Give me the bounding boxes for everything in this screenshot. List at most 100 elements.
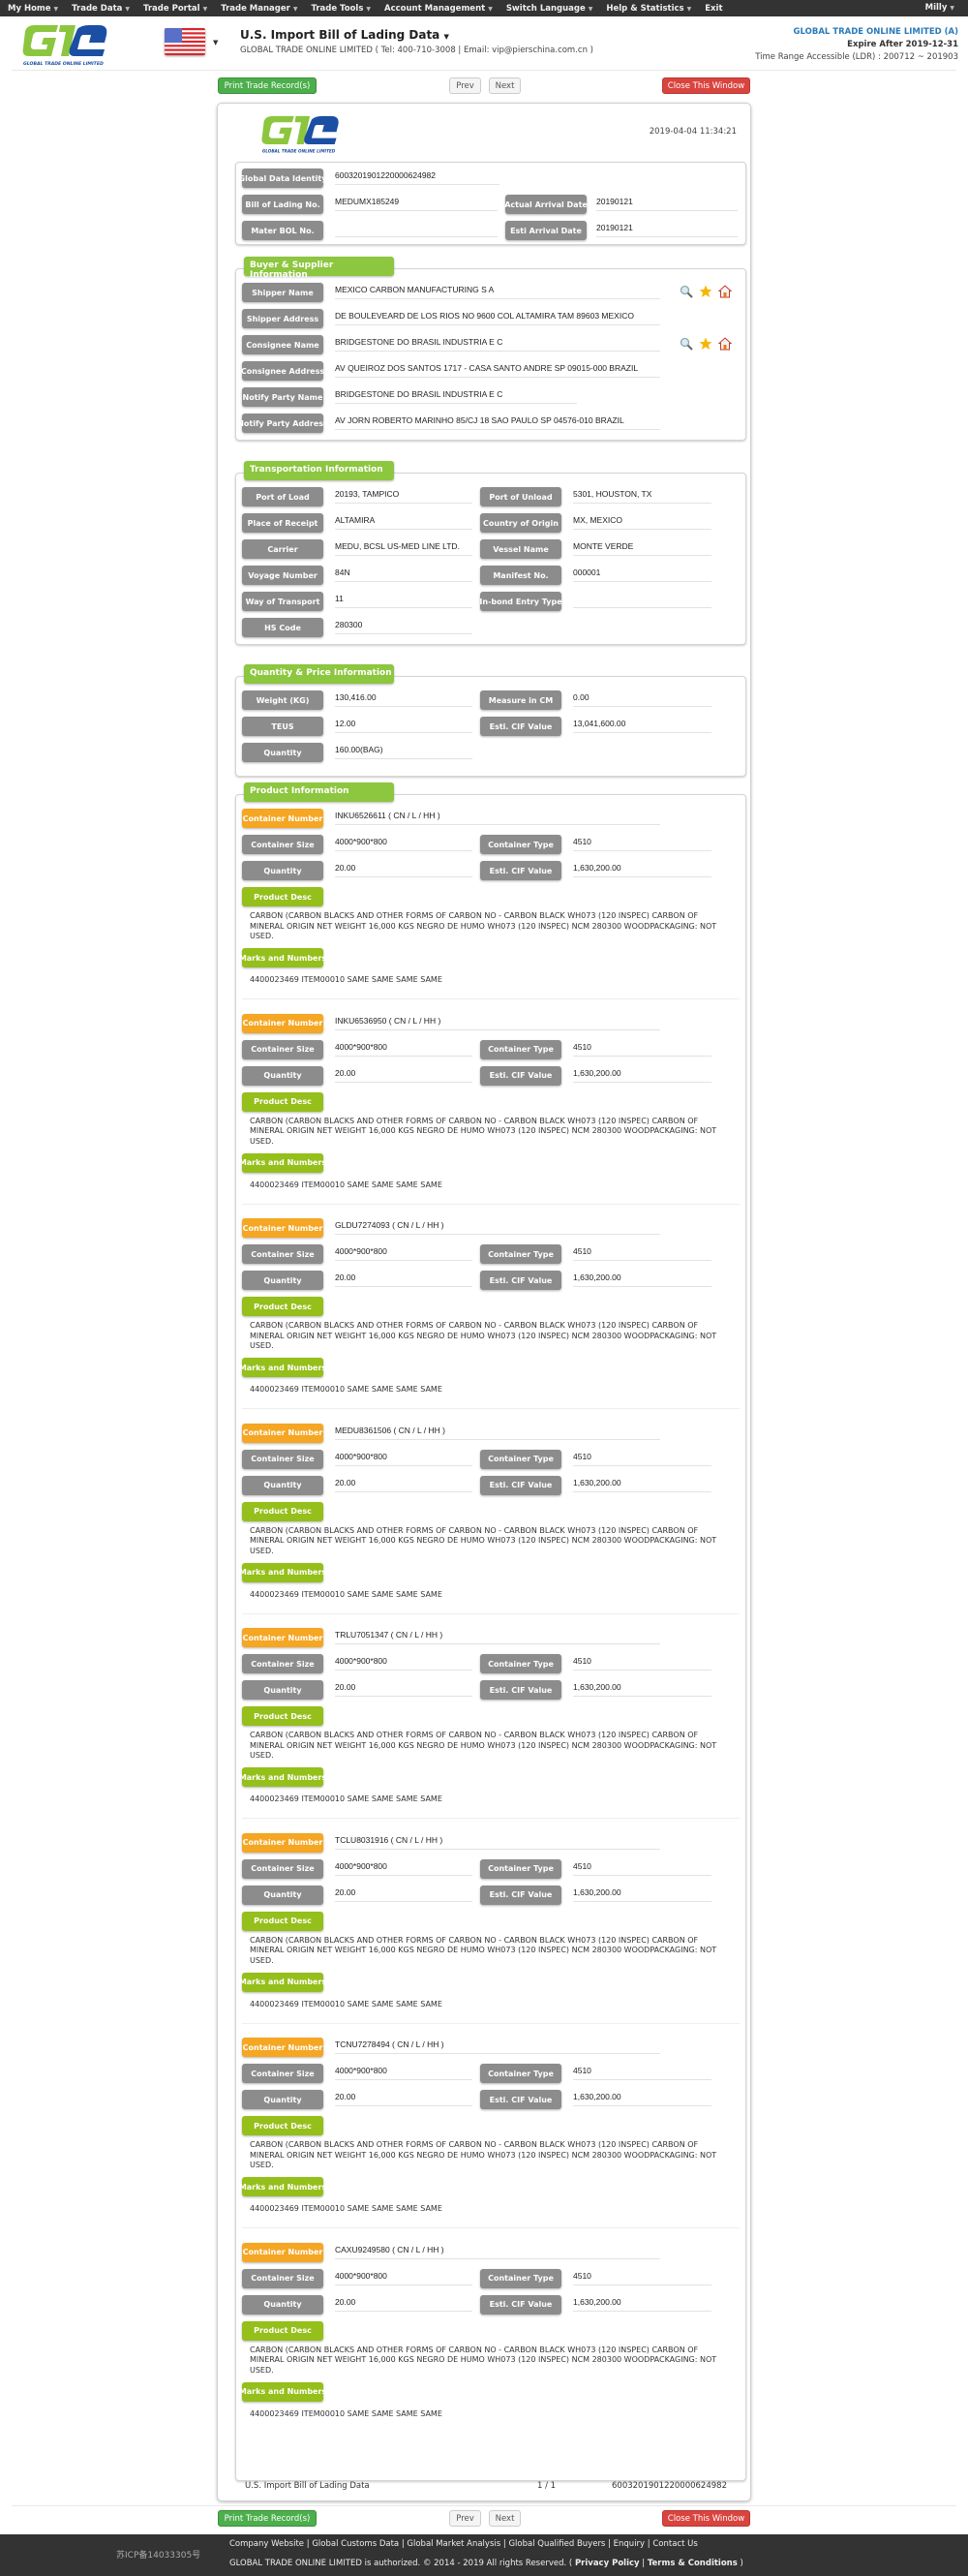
quantity-price-panel: Quantity & Price Information Weight (KG)… <box>235 664 746 777</box>
field-label: Container Type <box>480 1858 561 1879</box>
container-quantity-row: Quantity 20.00 Esti. CIF Value 1,630,200.00 <box>236 1885 745 1905</box>
field-value: MEXICO CARBON MANUFACTURING S A <box>335 283 660 299</box>
field-label: Place of Receipt <box>242 513 323 533</box>
page-title-text: U.S. Import Bill of Lading Data <box>240 28 440 42</box>
gto-logo: GLOBAL TRADE ONLINE LIMITED <box>261 115 339 153</box>
container-block: Container Number TCNU7278494 ( CN / L / H… <box>236 2038 745 2243</box>
home-icon[interactable] <box>717 337 733 351</box>
field-label: Quantity <box>242 2090 323 2109</box>
footer-link-privacy-policy[interactable]: Privacy Policy <box>575 2559 640 2568</box>
transport-row: Port of Load 20193, TAMPICO Port of Unload… <box>236 487 745 506</box>
field-label: Marks and Numbers <box>239 1152 326 1173</box>
field-label: Esti. CIF Value <box>480 1271 561 1290</box>
field-row: Mater BOL No. Esti Arrival Date 20190121 <box>236 221 745 240</box>
pager-record-id: 6003201901220000624982 <box>612 2481 727 2491</box>
nav-trade-manager[interactable]: Trade Manager ▼ <box>221 4 297 14</box>
container-number-row: Container Number MEDU8361506 ( CN / L / H… <box>236 1423 745 1443</box>
field-label: Container Size <box>242 1449 323 1469</box>
field-label: Container Number <box>242 1423 323 1443</box>
container-block: Container Number MEDU8361506 ( CN / L / H… <box>236 1423 745 1629</box>
field-value: 20.00 <box>335 2090 472 2106</box>
container-number: TCLU8031916 ( CN / L / HH ) <box>335 1833 660 1850</box>
field-label: Weight (KG) <box>242 690 323 710</box>
field-label: Esti. CIF Value <box>480 1065 561 1086</box>
nav-trade-portal[interactable]: Trade Portal ▼ <box>143 4 207 14</box>
nav-trade-data[interactable]: Trade Data ▼ <box>72 4 130 14</box>
field-value: BRIDGESTONE DO BRASIL INDUSTRIA E C <box>335 335 660 352</box>
field-label: Esti. CIF Value <box>480 861 561 880</box>
footer-link-terms[interactable]: Terms & Conditions <box>648 2559 738 2568</box>
field-value: 20.00 <box>335 861 472 877</box>
container-quantity-row: Quantity 20.00 Esti. CIF Value 1,630,200.00 <box>236 861 745 880</box>
next-button[interactable]: Next <box>489 77 521 94</box>
container-number-row: Container Number TCNU7278494 ( CN / L / H… <box>236 2038 745 2057</box>
field-label: Product Desc <box>242 1706 323 1726</box>
divider <box>242 1203 740 1205</box>
svg-text:GLOBAL TRADE ONLINE LIMITED: GLOBAL TRADE ONLINE LIMITED <box>262 148 336 153</box>
marks-and-numbers: 4400023469 ITEM00010 SAME SAME SAME SAME <box>250 1180 442 1189</box>
pager-page: 1 / 1 <box>537 2481 557 2491</box>
field-value: 4000*900*800 <box>335 2269 472 2285</box>
field-value: 4000*900*800 <box>335 1040 472 1057</box>
container-number-row: Container Number GLDU7274093 ( CN / L / H… <box>236 1218 745 1238</box>
prev-button[interactable]: Prev <box>449 77 481 94</box>
star-icon[interactable] <box>699 337 712 351</box>
action-bar-bottom: Print Trade Record(s) Prev Next Close Th… <box>0 2510 968 2530</box>
container-number-row: Container Number TRLU7051347 ( CN / L / H… <box>236 1628 745 1647</box>
search-icon[interactable] <box>680 337 693 351</box>
container-size-row: Container Size 4000*900*800 Container Type… <box>236 1654 745 1673</box>
nav-label: Help & Statistics <box>606 3 684 14</box>
nav-account-management[interactable]: Account Management ▼ <box>384 4 493 14</box>
transportation-panel: Transportation Information Port of Load 2… <box>235 461 746 645</box>
field-value: 4000*900*800 <box>335 1450 472 1466</box>
home-icon[interactable] <box>717 285 733 298</box>
close-window-button[interactable]: Close This Window <box>662 77 750 94</box>
us-flag-icon[interactable] <box>165 28 205 55</box>
field-value: 4510 <box>573 2269 711 2285</box>
top-nav: My Home ▼ Trade Data ▼ Trade Portal ▼ Trade… <box>0 0 968 16</box>
print-trade-record-button[interactable]: Print Trade Record(s) <box>218 2510 317 2527</box>
field-value: 20.00 <box>335 1680 472 1697</box>
user-menu[interactable]: Milly ▼ <box>925 3 954 13</box>
field-value: 4000*900*800 <box>335 2064 472 2080</box>
print-trade-record-button[interactable]: Print Trade Record(s) <box>218 77 317 94</box>
footer: 苏ICP备14033305号 Company Website | Global … <box>0 2534 968 2576</box>
container-number-row: Container Number CAXU9249580 ( CN / L / H… <box>236 2242 745 2262</box>
nav-my-home[interactable]: My Home ▼ <box>8 4 58 14</box>
field-label: Esti. CIF Value <box>480 717 561 736</box>
container-block: Container Number TRLU7051347 ( CN / L / H… <box>236 1628 745 1833</box>
footer-link-global-qualified-buyers[interactable]: Global Qualified Buyers <box>508 2539 605 2549</box>
footer-link-global-customs-data[interactable]: Global Customs Data <box>312 2539 399 2549</box>
next-button[interactable]: Next <box>489 2510 521 2527</box>
field-value: 4000*900*800 <box>335 1244 472 1261</box>
footer-link-global-market-analysis[interactable]: Global Market Analysis <box>407 2539 500 2549</box>
close-window-button[interactable]: Close This Window <box>662 2510 750 2527</box>
field-value: BRIDGESTONE DO BRASIL INDUSTRIA E C <box>335 387 577 404</box>
field-label: Esti. CIF Value <box>480 2090 561 2109</box>
field-label: Container Number <box>242 1832 323 1853</box>
footer-link-company-website[interactable]: Company Website <box>229 2539 304 2549</box>
field-label: HS Code <box>242 618 323 637</box>
prev-button[interactable]: Prev <box>449 2510 481 2527</box>
nav-trade-tools[interactable]: Trade Tools ▼ <box>311 4 371 14</box>
field-label: Manifest No. <box>480 566 561 585</box>
nav-label: Account Management <box>384 3 486 14</box>
search-icon[interactable] <box>680 285 693 298</box>
field-value: 1,630,200.00 <box>573 1680 711 1697</box>
country-dropdown-caret-icon[interactable]: ▼ <box>213 39 218 46</box>
nav-exit[interactable]: Exit <box>705 4 722 14</box>
field-label: Quantity <box>242 1680 323 1700</box>
field-label: Mater BOL No. <box>242 221 323 240</box>
star-icon[interactable] <box>699 285 712 298</box>
footer-link-contact-us[interactable]: Contact Us <box>652 2539 697 2549</box>
transport-row: HS Code 280300 <box>236 618 745 637</box>
field-label: Carrier <box>242 539 323 559</box>
nav-help-statistics[interactable]: Help & Statistics ▼ <box>606 4 691 14</box>
transport-row: Voyage Number 84N Manifest No. 000001 <box>236 566 745 585</box>
quantity-row: Weight (KG) 130,416.00 Measure in CM 0.00 <box>236 690 745 710</box>
field-label: Container Number <box>242 2038 323 2057</box>
page-title[interactable]: U.S. Import Bill of Lading Data ▼ <box>240 28 449 42</box>
footer-link-enquiry[interactable]: Enquiry <box>614 2539 645 2549</box>
field-label: Marks and Numbers <box>239 2177 326 2196</box>
nav-switch-language[interactable]: Switch Language ▼ <box>506 4 593 14</box>
